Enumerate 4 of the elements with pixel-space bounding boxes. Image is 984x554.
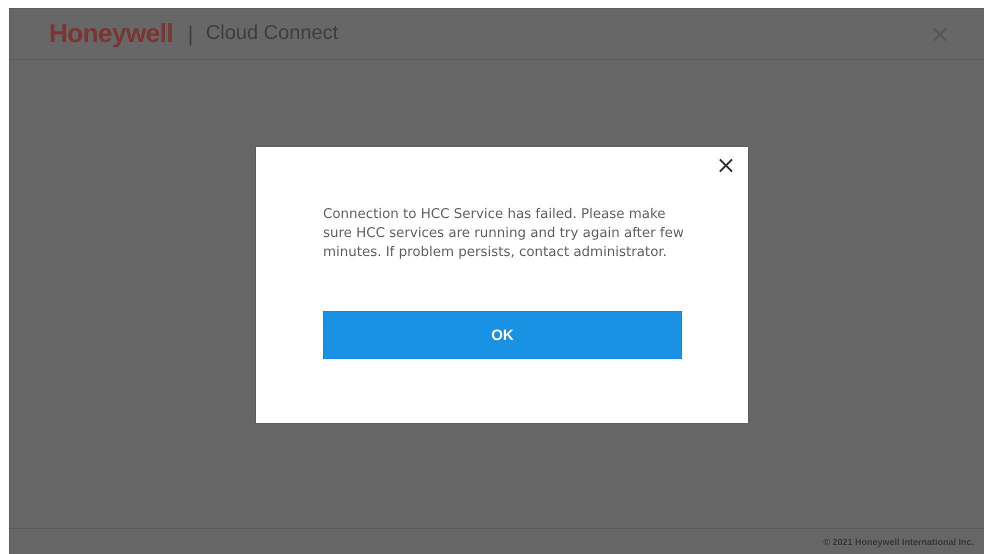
close-button[interactable]: × xyxy=(714,151,738,179)
error-message: Connection to HCC Service has failed. Please make sure HCC services are running and try again after few minutes. If problem persists, contact administrator. xyxy=(323,206,685,262)
ok-button[interactable]: OK xyxy=(323,311,682,359)
separator: | xyxy=(187,22,194,46)
